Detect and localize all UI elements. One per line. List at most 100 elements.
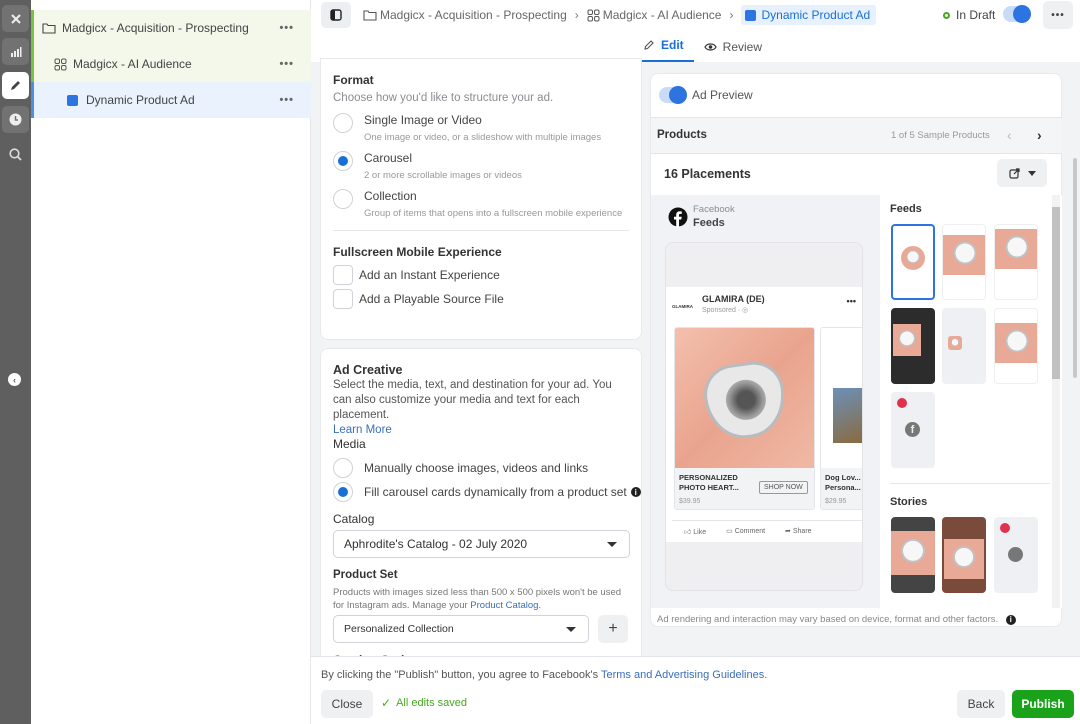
ad-preview-card: Ad Preview Products 1 of 5 Sample Produc… [650, 73, 1062, 627]
ad-square-icon [67, 94, 78, 106]
open-preview-button[interactable] [997, 159, 1047, 187]
tree-item-ad[interactable]: Dynamic Product Ad ••• [31, 82, 311, 118]
card-price: $39.95 [679, 498, 701, 505]
remove-icon [1000, 523, 1010, 533]
breadcrumb-ad-label: Dynamic Product Ad [761, 8, 871, 22]
checkbox-label: Add a Playable Source File [359, 292, 504, 306]
info-icon[interactable]: i [1005, 614, 1016, 625]
external-link-icon [1008, 167, 1020, 179]
carousel-card[interactable]: Dog Lov... Persona... $29.95 [820, 327, 862, 510]
breadcrumb-ad[interactable]: Dynamic Product Ad [741, 5, 877, 25]
stories-group-title: Stories [890, 496, 928, 508]
learn-more-link[interactable]: Learn More [333, 424, 392, 436]
format-option-collection[interactable]: Collection Group of items that opens into… [333, 189, 622, 219]
ad-preview-toggle[interactable] [659, 86, 687, 104]
product-set-select[interactable]: Personalized Collection [333, 615, 589, 643]
catalog-select[interactable]: Aphrodite's Catalog - 02 July 2020 [333, 530, 630, 558]
advertiser-name: GLAMIRA (DE) [702, 294, 765, 304]
placement-thumb-ig-story[interactable] [942, 517, 986, 593]
products-label: Products [657, 129, 707, 141]
terms-link[interactable]: Terms and Advertising Guidelines. [601, 669, 767, 681]
instant-experience-checkbox[interactable] [333, 265, 353, 285]
next-product-button[interactable]: › [1037, 127, 1042, 143]
heart-pendant [700, 357, 790, 444]
media-title: Media [333, 437, 366, 451]
option-desc: 2 or more scrollable images or videos [364, 170, 522, 181]
instant-experience-option[interactable]: Add an Instant Experience [333, 265, 500, 285]
header-more-button[interactable]: ••• [1043, 1, 1073, 29]
caret-down-icon [566, 627, 576, 632]
collapse-icon[interactable]: ‹ [8, 373, 21, 386]
placement-thumb-right-column[interactable] [942, 308, 986, 384]
placement-thumb-fb-story[interactable] [891, 517, 935, 593]
prev-product-button[interactable]: ‹ [1007, 127, 1012, 143]
placement-thumb-video-feed[interactable] [891, 308, 935, 384]
edit-button[interactable] [2, 72, 29, 99]
placement-thumb-ig-feed[interactable] [942, 224, 986, 300]
history-button[interactable] [2, 106, 29, 133]
divider [890, 483, 1050, 484]
check-icon: ✓ [381, 696, 392, 710]
radio-single-image[interactable] [333, 113, 353, 133]
sidebar-panel-icon [330, 9, 342, 21]
placement-thumb-unavailable[interactable]: f [891, 392, 935, 468]
post-more-icon[interactable]: ••• [847, 296, 856, 306]
tab-review[interactable]: Review [694, 34, 772, 63]
info-icon[interactable]: i [630, 487, 641, 497]
back-button[interactable]: Back [957, 690, 1005, 718]
placements-scrollbar[interactable] [1052, 195, 1060, 608]
breadcrumb-campaign[interactable]: Madgicx - Acquisition - Prospecting [380, 8, 567, 22]
ad-active-toggle[interactable] [1003, 5, 1031, 23]
placement-thumb-messenger-story[interactable] [994, 517, 1038, 593]
format-option-carousel[interactable]: Carousel 2 or more scrollable images or v… [333, 151, 522, 181]
search-insights-button[interactable] [2, 141, 29, 168]
add-product-set-button[interactable]: + [598, 615, 628, 643]
radio-carousel[interactable] [333, 151, 353, 171]
catalog-title: Catalog [333, 512, 375, 526]
save-status: ✓ All edits saved [381, 696, 467, 710]
radio-manual-media[interactable] [333, 458, 353, 478]
close-button[interactable] [2, 5, 29, 32]
breadcrumb-ad-set[interactable]: Madgicx - AI Audience [603, 8, 722, 22]
close-button[interactable]: Close [321, 690, 373, 718]
placement-thumb-fb-feed[interactable] [891, 224, 935, 300]
share-icon: ➦ [785, 528, 791, 535]
playable-source-option[interactable]: Add a Playable Source File [333, 289, 504, 309]
catalog-value: Aphrodite's Catalog - 02 July 2020 [344, 537, 528, 551]
radio-collection[interactable] [333, 189, 353, 209]
carousel-card[interactable]: PERSONALIZED PHOTO HEART... $39.95 SHOP … [674, 327, 815, 510]
publish-button[interactable]: Publish [1012, 690, 1074, 718]
feed-post: GLAMIRA GLAMIRA (DE) Sponsored · ◎ ••• P… [666, 287, 862, 542]
reports-button[interactable] [2, 38, 29, 65]
fullscreen-title: Fullscreen Mobile Experience [333, 245, 502, 259]
feeds-group-title: Feeds [890, 203, 922, 215]
placements-label: 16 Placements [664, 167, 751, 181]
toggle-panel-button[interactable] [321, 2, 351, 28]
radio-dynamic-media[interactable] [333, 482, 353, 502]
placement-thumb-marketplace[interactable] [994, 224, 1038, 300]
tab-edit[interactable]: Edit [633, 34, 694, 63]
more-options-icon[interactable]: ••• [279, 58, 294, 70]
main-scrollbar[interactable] [1073, 158, 1077, 378]
more-options-icon[interactable]: ••• [279, 22, 294, 34]
grid-icon [54, 58, 67, 70]
more-options-icon[interactable]: ••• [279, 94, 294, 106]
platform-label: Facebook [693, 204, 735, 215]
folder-icon [363, 10, 377, 21]
placements-list: Feeds f Stories [880, 195, 1062, 608]
product-catalog-link[interactable]: Product Catalog. [470, 600, 541, 611]
format-option-single[interactable]: Single Image or Video One image or video,… [333, 113, 601, 143]
media-option-manual[interactable]: Manually choose images, videos and links [333, 458, 588, 478]
shop-now-button[interactable]: SHOP NOW [759, 481, 808, 494]
facebook-logo-icon [668, 207, 688, 227]
share-button[interactable]: ➦ Share [785, 527, 812, 536]
comment-button[interactable]: ▭ Comment [726, 527, 765, 536]
placement-thumb-explore[interactable] [994, 308, 1038, 384]
grid-icon [587, 9, 600, 21]
tree-item-ad-set[interactable]: Madgicx - AI Audience ••• [31, 46, 311, 82]
left-rail: ‹ [0, 0, 31, 724]
media-option-dynamic[interactable]: Fill carousel cards dynamically from a p… [333, 482, 641, 502]
tree-item-campaign[interactable]: Madgicx - Acquisition - Prospecting ••• [31, 10, 311, 46]
playable-source-checkbox[interactable] [333, 289, 353, 309]
like-button[interactable]: 👍︎ Like [684, 527, 706, 536]
